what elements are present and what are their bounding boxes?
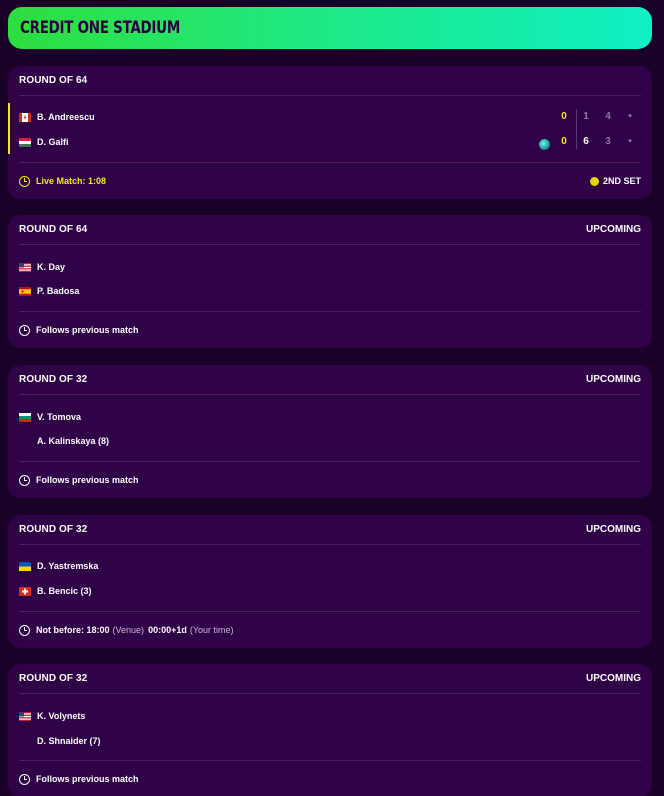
player-row: B. Bencic (3): [19, 584, 92, 598]
player-row: D. Yastremska: [19, 559, 98, 573]
round-label: ROUND OF 32: [19, 524, 88, 535]
tennis-ball-icon: [589, 176, 599, 186]
switzerland-flag-icon: [19, 586, 31, 596]
match-card[interactable]: ROUND OF 32 UPCOMING K. Volynets D. Shna…: [8, 664, 652, 796]
player-row: K. Day: [19, 260, 65, 274]
match-card-header: ROUND OF 32 UPCOMING: [19, 664, 641, 694]
clock-icon: [19, 624, 30, 636]
set-score: 4: [605, 111, 611, 122]
current-set-badge: 2ND SET: [589, 176, 641, 186]
match-status: UPCOMING: [586, 524, 641, 535]
current-game-score: 0: [561, 136, 567, 147]
match-card-footer: Live Match: 1:08 2ND SET: [19, 162, 641, 199]
player-name: D. Yastremska: [37, 561, 99, 571]
player-row: V. Tomova: [19, 410, 81, 424]
ukraine-flag-icon: [19, 561, 31, 571]
score-row-p1: 0 1 4 •: [8, 111, 652, 125]
match-card-header: ROUND OF 64 UPCOMING: [19, 215, 641, 245]
schedule-text: Follows previous match: [36, 325, 139, 335]
current-game-score: 0: [561, 111, 567, 122]
set-score: 6: [583, 136, 589, 147]
stadium-header: CREDIT ONE STADIUM: [8, 7, 652, 49]
usa-flag-icon: [19, 262, 31, 272]
live-match-time: Live Match: 1:08: [36, 176, 107, 186]
match-card-footer: Not before: 18:00 (Venue) 00:00+1d (Your…: [19, 611, 641, 648]
set-score: 1: [583, 111, 589, 122]
usa-flag-icon: [19, 711, 31, 721]
match-card[interactable]: ROUND OF 32 UPCOMING D. Yastremska B. Be…: [8, 515, 652, 648]
stadium-title: CREDIT ONE STADIUM: [20, 18, 180, 38]
player-row: K. Volynets: [19, 709, 85, 723]
schedule-text: Not before: 18:00: [36, 625, 110, 635]
your-time-label: (Your time): [189, 625, 234, 635]
player-name: V. Tomova: [37, 412, 82, 422]
match-status: UPCOMING: [586, 374, 641, 385]
player-row: P. Badosa: [19, 284, 79, 298]
match-card-live[interactable]: ROUND OF 64 B. Andreescu D. Galfi 0 1 4 …: [8, 66, 652, 199]
player-row: D. Shnaider (7): [19, 734, 101, 748]
round-label: ROUND OF 64: [19, 75, 88, 86]
local-time: 00:00+1d: [148, 625, 187, 635]
clock-icon: [19, 474, 30, 486]
match-card[interactable]: ROUND OF 32 UPCOMING V. Tomova A. Kalins…: [8, 365, 652, 498]
player-name: K. Volynets: [37, 711, 86, 721]
clock-icon: [19, 773, 30, 785]
clock-icon: [19, 324, 30, 336]
match-card-footer: Follows previous match: [19, 760, 641, 796]
venue-time-label: (Venue): [112, 625, 145, 635]
player-name: K. Day: [37, 262, 66, 272]
player-name: P. Badosa: [37, 286, 80, 296]
match-status: UPCOMING: [586, 224, 641, 235]
match-card-footer: Follows previous match: [19, 461, 641, 498]
match-card-header: ROUND OF 64: [19, 66, 641, 96]
clock-icon: [19, 175, 30, 187]
player-name: D. Shnaider (7): [37, 736, 101, 746]
player-name: B. Bencic (3): [37, 586, 92, 596]
set-score: •: [628, 136, 632, 147]
schedule-text: Follows previous match: [36, 774, 139, 784]
set-score: •: [628, 111, 632, 122]
match-card-header: ROUND OF 32 UPCOMING: [19, 365, 641, 395]
player-row: A. Kalinskaya (8): [19, 434, 109, 448]
spain-flag-icon: [19, 286, 31, 296]
match-card[interactable]: ROUND OF 64 UPCOMING K. Day P. Badosa Fo…: [8, 215, 652, 348]
score-row-p2: 0 6 3 •: [8, 136, 652, 150]
round-label: ROUND OF 64: [19, 224, 88, 235]
match-card-footer: Follows previous match: [19, 311, 641, 348]
bulgaria-flag-icon: [19, 412, 31, 422]
set-score: 3: [605, 136, 611, 147]
match-status: UPCOMING: [586, 673, 641, 684]
round-label: ROUND OF 32: [19, 374, 88, 385]
current-set-label: 2ND SET: [602, 176, 641, 186]
player-name: A. Kalinskaya (8): [37, 436, 110, 446]
round-label: ROUND OF 32: [19, 673, 88, 684]
schedule-text: Follows previous match: [36, 475, 139, 485]
match-card-header: ROUND OF 32 UPCOMING: [19, 515, 641, 545]
